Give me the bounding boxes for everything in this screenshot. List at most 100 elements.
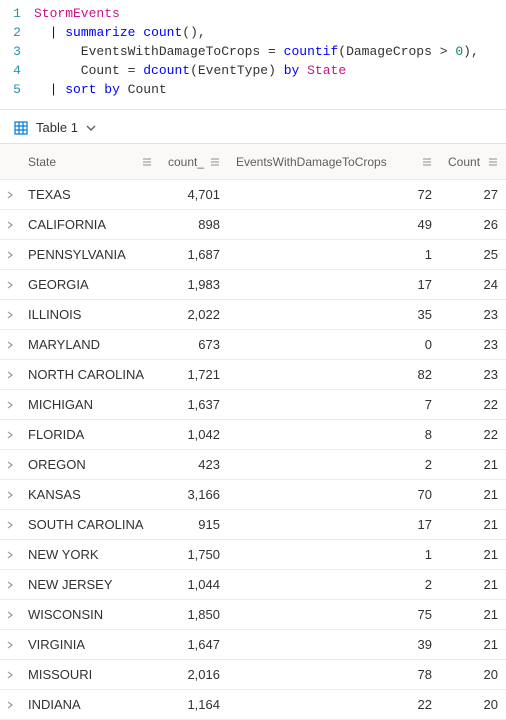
menu-icon[interactable] xyxy=(210,157,220,167)
cell-state: WISCONSIN xyxy=(20,607,160,622)
menu-icon[interactable] xyxy=(488,157,498,167)
cell-count_: 1,647 xyxy=(160,637,228,652)
column-header-label: EventsWithDamageToCrops xyxy=(236,155,387,169)
cell-count_: 1,042 xyxy=(160,427,228,442)
table-row[interactable]: NEW JERSEY1,044221 xyxy=(0,570,506,600)
table-row[interactable]: MICHIGAN1,637722 xyxy=(0,390,506,420)
query-editor[interactable]: 1StormEvents2 | summarize count(),3 Even… xyxy=(0,0,506,110)
code-content[interactable]: EventsWithDamageToCrops = countif(Damage… xyxy=(34,42,506,61)
cell-state: MICHIGAN xyxy=(20,397,160,412)
table-row[interactable]: MISSOURI2,0167820 xyxy=(0,660,506,690)
cell-count: 23 xyxy=(440,367,506,382)
chevron-down-icon[interactable] xyxy=(86,123,96,133)
code-line[interactable]: 4 Count = dcount(EventType) by State xyxy=(0,61,506,80)
cell-state: FLORIDA xyxy=(20,427,160,442)
cell-state: MISSOURI xyxy=(20,667,160,682)
code-line[interactable]: 5 | sort by Count xyxy=(0,80,506,99)
expand-row-icon[interactable] xyxy=(0,431,20,439)
cell-count_: 423 xyxy=(160,457,228,472)
expand-row-icon[interactable] xyxy=(0,281,20,289)
cell-count: 20 xyxy=(440,667,506,682)
expand-row-icon[interactable] xyxy=(0,311,20,319)
cell-count_: 1,750 xyxy=(160,547,228,562)
code-line[interactable]: 1StormEvents xyxy=(0,4,506,23)
column-header-count_[interactable]: count_ xyxy=(160,155,228,169)
cell-count: 22 xyxy=(440,427,506,442)
cell-eventswithdamagetocrops: 75 xyxy=(228,607,440,622)
table-row[interactable]: OREGON423221 xyxy=(0,450,506,480)
expand-row-icon[interactable] xyxy=(0,641,20,649)
expand-row-icon[interactable] xyxy=(0,521,20,529)
cell-eventswithdamagetocrops: 82 xyxy=(228,367,440,382)
code-content[interactable]: StormEvents xyxy=(34,4,506,23)
expand-row-icon[interactable] xyxy=(0,341,20,349)
table-row[interactable]: NEW YORK1,750121 xyxy=(0,540,506,570)
column-header-state[interactable]: State xyxy=(20,155,160,169)
cell-count: 21 xyxy=(440,457,506,472)
cell-eventswithdamagetocrops: 1 xyxy=(228,547,440,562)
cell-state: NEW YORK xyxy=(20,547,160,562)
column-header-count[interactable]: Count xyxy=(440,155,506,169)
table-row[interactable]: SOUTH CAROLINA9151721 xyxy=(0,510,506,540)
line-number: 4 xyxy=(0,61,34,80)
cell-state: SOUTH CAROLINA xyxy=(20,517,160,532)
cell-state: TEXAS xyxy=(20,187,160,202)
cell-eventswithdamagetocrops: 7 xyxy=(228,397,440,412)
code-line[interactable]: 3 EventsWithDamageToCrops = countif(Dama… xyxy=(0,42,506,61)
column-header-label: State xyxy=(28,155,56,169)
cell-eventswithdamagetocrops: 0 xyxy=(228,337,440,352)
cell-count: 21 xyxy=(440,637,506,652)
table-row[interactable]: PENNSYLVANIA1,687125 xyxy=(0,240,506,270)
cell-eventswithdamagetocrops: 17 xyxy=(228,277,440,292)
cell-count: 20 xyxy=(440,697,506,712)
expand-row-icon[interactable] xyxy=(0,461,20,469)
menu-icon[interactable] xyxy=(142,157,152,167)
table-row[interactable]: TEXAS4,7017227 xyxy=(0,180,506,210)
line-number: 2 xyxy=(0,23,34,42)
expand-row-icon[interactable] xyxy=(0,551,20,559)
cell-eventswithdamagetocrops: 70 xyxy=(228,487,440,502)
cell-count_: 1,721 xyxy=(160,367,228,382)
cell-state: GEORGIA xyxy=(20,277,160,292)
cell-count_: 1,687 xyxy=(160,247,228,262)
code-content[interactable]: Count = dcount(EventType) by State xyxy=(34,61,506,80)
cell-eventswithdamagetocrops: 8 xyxy=(228,427,440,442)
cell-count: 23 xyxy=(440,337,506,352)
column-header-damage[interactable]: EventsWithDamageToCrops xyxy=(228,155,440,169)
cell-eventswithdamagetocrops: 72 xyxy=(228,187,440,202)
cell-state: VIRGINIA xyxy=(20,637,160,652)
table-row[interactable]: FLORIDA1,042822 xyxy=(0,420,506,450)
table-icon xyxy=(14,121,28,135)
cell-eventswithdamagetocrops: 35 xyxy=(228,307,440,322)
expand-row-icon[interactable] xyxy=(0,671,20,679)
results-grid: State count_ EventsWithDamageToCrops Cou… xyxy=(0,143,506,720)
table-row[interactable]: MARYLAND673023 xyxy=(0,330,506,360)
table-row[interactable]: INDIANA1,1642220 xyxy=(0,690,506,720)
table-row[interactable]: CALIFORNIA8984926 xyxy=(0,210,506,240)
cell-eventswithdamagetocrops: 17 xyxy=(228,517,440,532)
code-content[interactable]: | summarize count(), xyxy=(34,23,506,42)
code-line[interactable]: 2 | summarize count(), xyxy=(0,23,506,42)
expand-row-icon[interactable] xyxy=(0,221,20,229)
table-row[interactable]: VIRGINIA1,6473921 xyxy=(0,630,506,660)
cell-count_: 898 xyxy=(160,217,228,232)
code-content[interactable]: | sort by Count xyxy=(34,80,506,99)
table-row[interactable]: WISCONSIN1,8507521 xyxy=(0,600,506,630)
cell-eventswithdamagetocrops: 1 xyxy=(228,247,440,262)
expand-row-icon[interactable] xyxy=(0,581,20,589)
cell-count_: 673 xyxy=(160,337,228,352)
menu-icon[interactable] xyxy=(422,157,432,167)
expand-row-icon[interactable] xyxy=(0,611,20,619)
table-row[interactable]: GEORGIA1,9831724 xyxy=(0,270,506,300)
expand-row-icon[interactable] xyxy=(0,701,20,709)
expand-row-icon[interactable] xyxy=(0,401,20,409)
table-row[interactable]: ILLINOIS2,0223523 xyxy=(0,300,506,330)
table-row[interactable]: NORTH CAROLINA1,7218223 xyxy=(0,360,506,390)
expand-row-icon[interactable] xyxy=(0,251,20,259)
expand-row-icon[interactable] xyxy=(0,191,20,199)
results-tab[interactable]: Table 1 xyxy=(36,120,78,135)
expand-row-icon[interactable] xyxy=(0,371,20,379)
cell-state: NEW JERSEY xyxy=(20,577,160,592)
table-row[interactable]: KANSAS3,1667021 xyxy=(0,480,506,510)
expand-row-icon[interactable] xyxy=(0,491,20,499)
